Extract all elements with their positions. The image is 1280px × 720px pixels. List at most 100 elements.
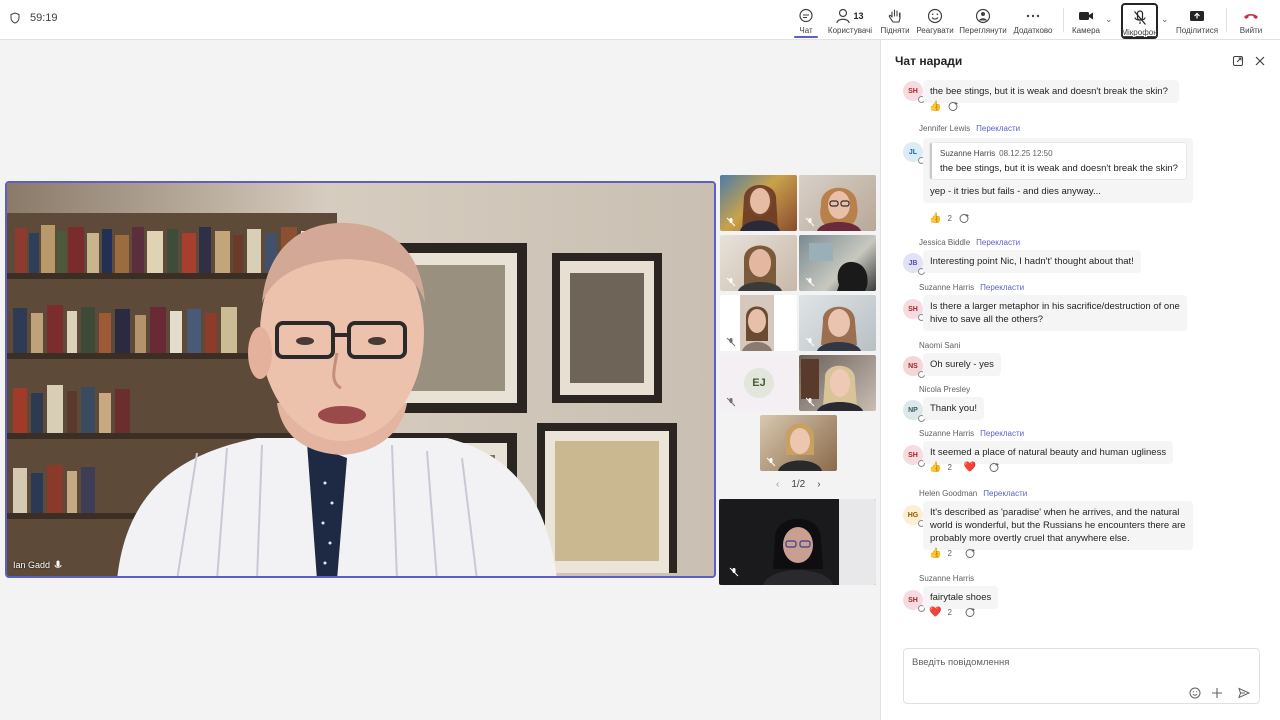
raise-hand-label: Підняти [880,26,910,35]
avatar: SH [903,445,925,467]
sender-name: Suzanne Harris [919,283,975,292]
avatar: JB [903,253,925,275]
reaction-count: 2 [947,608,952,617]
leave-button[interactable]: Вийти [1238,0,1264,40]
chat-message-list[interactable]: SH the bee stings, but it is weak and do… [881,80,1280,630]
camera-label: Камера [1072,26,1100,35]
camera-icon [1079,11,1093,20]
plus-icon[interactable] [1211,687,1223,699]
leave-label: Вийти [1239,26,1263,35]
heart-icon[interactable]: ❤️ [929,607,941,618]
message-text: It seemed a place of natural beauty and … [930,447,1167,458]
add-reaction-icon[interactable] [964,606,977,619]
camera-button[interactable]: Камера [1070,0,1102,40]
avatar: SH [903,299,925,321]
people-button[interactable]: 13 Користувачі [827,0,873,40]
thumbs-up-icon[interactable]: 👍 [929,213,941,224]
sender-line: Helen Goodman Перекласти [919,489,1027,498]
thumbs-up-icon[interactable]: 👍 [929,462,941,473]
add-reaction-icon[interactable] [958,212,971,225]
sender-name: Suzanne Harris [919,574,975,583]
message-reactions: 👍 2 ❤️ [929,461,1001,474]
chat-icon [799,8,813,22]
reaction-count: 2 [947,463,952,472]
message-text: It's described as 'paradise' when he arr… [930,507,1186,544]
chat-label: Чат [799,26,813,35]
add-reaction-icon[interactable] [964,547,977,560]
participant-initials: EJ [752,377,766,389]
pop-out-icon[interactable] [1232,55,1244,67]
view-button[interactable]: Переглянути [959,0,1007,40]
translate-link[interactable]: Перекласти [980,429,1024,438]
avatar: HG [903,505,925,527]
send-icon[interactable] [1238,687,1250,699]
participant-tile[interactable] [799,355,876,411]
meeting-chat-panel: Чат наради SH the bee stings, but it is … [880,40,1280,720]
sender-line: Jennifer Lewis Перекласти [919,124,1020,133]
view-label: Переглянути [959,26,1007,35]
avatar: SH [903,81,925,103]
message-text: Interesting point Nic, I hadn't' thought… [930,256,1134,267]
chat-button[interactable]: Чат [794,0,818,40]
translate-link[interactable]: Перекласти [983,489,1027,498]
mic-off-icon [726,277,736,287]
participant-tile[interactable] [799,175,876,231]
participant-tile[interactable] [720,295,797,351]
hand-icon [888,8,901,23]
add-reaction-icon[interactable] [947,100,960,113]
mic-off-icon [729,567,739,577]
close-icon[interactable] [1254,55,1266,67]
quoted-message[interactable]: Suzanne Harris 08.12.25 12:50 the bee sti… [930,143,1186,179]
mic-options-chevron-icon[interactable]: ⌄ [1161,14,1169,25]
sender-line: Naomi Sani [919,341,960,350]
camera-options-chevron-icon[interactable]: ⌄ [1105,14,1113,25]
thumbs-up-icon[interactable]: 👍 [929,101,941,112]
react-button[interactable]: Реагувати [916,0,954,40]
sender-line: Jessica Biddle Перекласти [919,238,1020,247]
message-reactions: 👍 [929,100,960,113]
pager-next-chevron-icon[interactable]: › [817,479,820,490]
people-count: 13 [853,10,864,21]
message-text: Oh surely - yes [930,359,994,370]
message-text: the bee stings, but it is weak and doesn… [930,86,1168,97]
main-video-tile[interactable]: Ian Gadd [5,181,716,578]
message-bubble: Thank you! [923,397,984,420]
participant-tile[interactable] [720,175,797,231]
participant-name-text: Ian Gadd [13,560,51,570]
chat-title: Чат наради [895,54,963,68]
quote-text: the bee stings, but it is weak and doesn… [940,163,1178,174]
sender-name: Naomi Sani [919,341,961,350]
self-view-tile[interactable] [719,499,876,585]
message-text: Is there a larger metaphor in his sacrif… [930,301,1180,325]
meeting-timer: 59:19 [10,12,58,24]
heart-icon[interactable]: ❤️ [964,462,976,473]
translate-link[interactable]: Перекласти [980,283,1024,292]
add-reaction-icon[interactable] [988,461,1001,474]
translate-link[interactable]: Перекласти [976,238,1020,247]
speaker-video-image [7,183,714,576]
message-input[interactable] [912,657,1212,668]
pager-prev-chevron-icon[interactable]: ‹ [776,479,779,490]
meeting-toolbar: 59:19 Чат 13 Користувачі Підняти Реагува… [0,0,1280,40]
raise-hand-button[interactable]: Підняти [879,0,911,40]
mic-button[interactable]: Мікрофон [1121,3,1158,39]
more-button[interactable]: Додатково [1012,0,1054,40]
message-text: Thank you! [930,403,977,414]
emoji-icon[interactable] [1189,687,1201,699]
participant-tile[interactable] [799,295,876,351]
message-bubble: Is there a larger metaphor in his sacrif… [923,295,1187,331]
message-bubble: Interesting point Nic, I hadn't' thought… [923,250,1141,273]
participant-tile[interactable] [799,235,876,291]
quote-author: Suzanne Harris [940,149,996,158]
avatar: SH [903,590,925,612]
participant-tile[interactable] [720,235,797,291]
share-button[interactable]: Поділитися [1174,0,1220,40]
thumbs-up-icon[interactable]: 👍 [929,548,941,559]
participant-tile[interactable]: EJ [720,355,797,411]
more-icon [1026,14,1040,17]
participant-tile[interactable] [760,415,837,471]
translate-link[interactable]: Перекласти [976,124,1020,133]
sender-name: Suzanne Harris [919,429,975,438]
main-participant-name: Ian Gadd [13,560,62,570]
reaction-count: 2 [947,549,952,558]
